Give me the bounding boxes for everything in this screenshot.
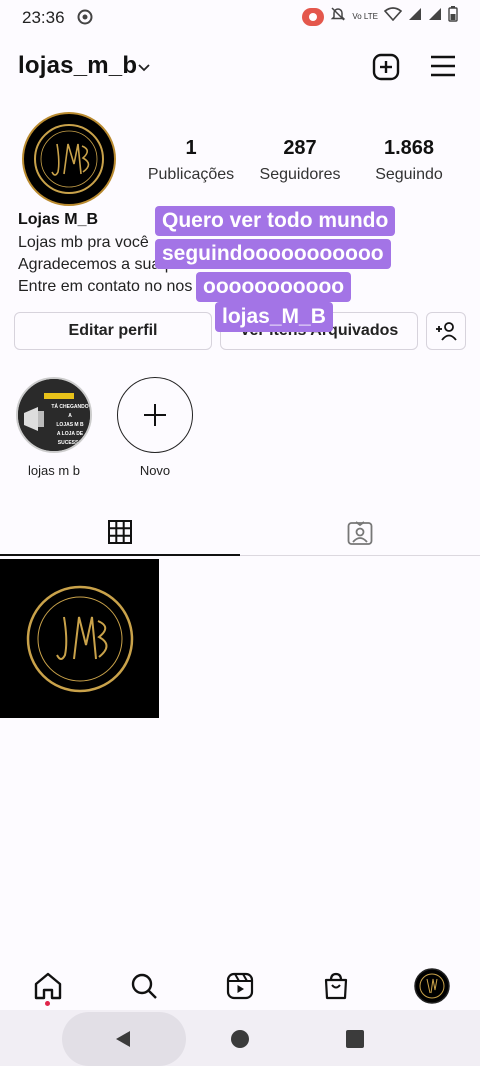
nav-home[interactable] xyxy=(28,968,68,1004)
overlay-text-sticker: seguindooooooooooo xyxy=(155,239,391,269)
highlight-thumb-text: TÁ CHEGANDO A xyxy=(51,404,89,419)
location-icon xyxy=(76,8,94,31)
nav-shop[interactable] xyxy=(316,968,356,1004)
overlay-text-sticker: ooooooooooo xyxy=(196,272,352,302)
bio-line: Entre em contato no nos xyxy=(18,278,193,295)
chevron-down-icon[interactable] xyxy=(137,60,151,78)
status-bar: 23:36 Vo LTE xyxy=(0,0,480,36)
following-label: Seguindo xyxy=(375,166,443,183)
nav-profile[interactable] xyxy=(412,968,452,1004)
shopping-bag-icon xyxy=(324,972,348,1000)
bio-line: Lojas mb pra você xyxy=(18,234,149,251)
highlight-label: Novo xyxy=(139,463,171,478)
story-highlight[interactable]: TÁ CHEGANDO A LOJAS M B A LOJA DE SUCESS… xyxy=(14,377,94,478)
brand-logo xyxy=(34,124,104,194)
plus-icon xyxy=(144,404,166,426)
screen-record-icon xyxy=(302,7,325,26)
profile-header-bar: lojas_m_b xyxy=(0,44,480,88)
menu-icon[interactable] xyxy=(430,54,456,78)
stat-posts[interactable]: 1 Publicações xyxy=(131,137,251,184)
posts-count: 1 xyxy=(185,137,197,159)
signal-icon-2 xyxy=(428,7,442,26)
following-count: 1.868 xyxy=(383,137,435,159)
reels-icon xyxy=(226,972,254,1000)
notification-dot xyxy=(45,1001,50,1006)
add-person-icon xyxy=(436,322,457,341)
posts-label: Publicações xyxy=(147,166,235,183)
overlay-text-sticker: lojas_M_B xyxy=(215,302,333,332)
new-highlight[interactable]: Novo xyxy=(115,377,195,478)
followers-count: 287 xyxy=(283,137,317,159)
status-time: 23:36 xyxy=(22,8,65,27)
new-highlight-circle xyxy=(117,377,193,453)
highlight-thumb-text: LOJAS M B xyxy=(56,422,84,428)
edit-profile-button[interactable]: Editar perfil xyxy=(14,312,212,350)
highlight-thumb-text: SUCESSO xyxy=(57,440,83,446)
nav-reels[interactable] xyxy=(220,968,260,1004)
tagged-person-icon xyxy=(347,521,373,545)
battery-icon xyxy=(448,6,458,27)
network-type: Vo LTE xyxy=(352,11,378,21)
bottom-navigation xyxy=(0,960,480,1010)
grid-icon xyxy=(108,520,132,544)
profile-avatar[interactable] xyxy=(22,112,116,206)
wifi-icon xyxy=(383,7,403,26)
search-icon xyxy=(131,973,157,999)
system-navigation-bar xyxy=(0,1010,480,1066)
overlay-text-sticker: Quero ver todo mundo xyxy=(155,206,396,236)
nav-search[interactable] xyxy=(124,968,164,1004)
recent-apps-icon[interactable] xyxy=(346,1030,364,1048)
highlight-label: lojas m b xyxy=(27,463,81,478)
profile-avatar-icon xyxy=(414,968,450,1004)
mute-icon xyxy=(330,6,346,27)
brand-logo xyxy=(26,585,133,692)
account-username[interactable]: lojas_m_b xyxy=(18,52,137,80)
tab-tagged[interactable] xyxy=(240,510,480,556)
back-icon[interactable] xyxy=(114,1030,132,1053)
home-icon xyxy=(34,972,62,1000)
followers-label: Seguidores xyxy=(259,166,341,183)
home-circle-icon[interactable] xyxy=(231,1030,249,1048)
highlight-cover: TÁ CHEGANDO A LOJAS M B A LOJA DE SUCESS… xyxy=(16,377,92,453)
highlight-thumb-text: A LOJA DE xyxy=(56,431,84,437)
post-thumbnail[interactable] xyxy=(0,559,159,718)
tab-posts-grid[interactable] xyxy=(0,510,240,556)
profile-display-name: Lojas M_B xyxy=(18,211,99,228)
stat-following[interactable]: 1.868 Seguindo xyxy=(349,137,469,184)
new-post-icon[interactable] xyxy=(372,53,400,81)
signal-icon xyxy=(408,7,422,26)
discover-people-button[interactable] xyxy=(426,312,466,350)
tab-divider xyxy=(240,555,480,556)
stat-followers[interactable]: 287 Seguidores xyxy=(240,137,360,184)
